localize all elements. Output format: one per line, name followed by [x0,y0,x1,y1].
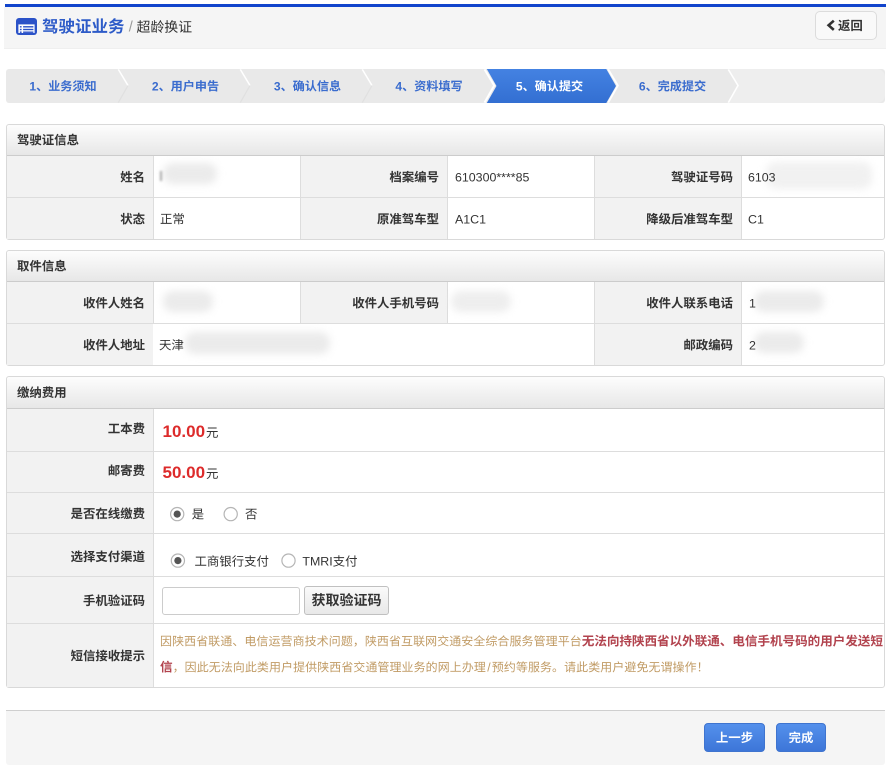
svg-text:1: 1 [29,79,36,93]
svg-text:/: / [129,20,134,36]
svg-text:A1C1: A1C1 [455,212,486,226]
svg-text:50.00: 50.00 [163,463,206,482]
svg-text:/: / [487,660,491,674]
svg-text:C1: C1 [748,212,764,226]
svg-text:610300****85: 610300****85 [455,170,530,184]
svg-text:5: 5 [516,79,523,93]
svg-text:6: 6 [639,79,646,93]
svg-text:10.00: 10.00 [163,422,206,441]
svg-text:2: 2 [749,338,756,352]
svg-text:3: 3 [274,79,281,93]
svg-text:4: 4 [395,79,402,93]
svg-text:6103: 6103 [748,170,776,184]
svg-text:1: 1 [749,296,756,310]
svg-text:TMRI: TMRI [302,555,332,569]
svg-text:2: 2 [152,79,159,93]
